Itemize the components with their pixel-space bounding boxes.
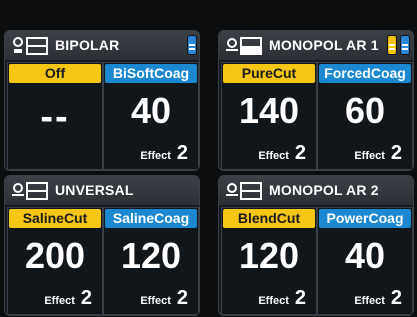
effect-label: Effect: [258, 150, 289, 162]
cut-column[interactable]: BlendCut 120 Effect 2: [221, 207, 317, 315]
cut-mode-button[interactable]: Off: [9, 64, 101, 83]
effect-value: 2: [390, 142, 402, 164]
coag-column[interactable]: PowerCoag 40 Effect 2: [317, 207, 413, 315]
panel-header: MONOPOL AR 1: [219, 31, 413, 60]
effect-label: Effect: [354, 295, 385, 307]
effect-label: Effect: [140, 150, 171, 162]
effect-label: Effect: [140, 295, 171, 307]
panel-header: MONOPOL AR 2: [219, 176, 413, 205]
panel-title: UNVERSAL: [55, 182, 134, 198]
effect-value: 2: [294, 287, 306, 309]
coag-column[interactable]: SalineCoag 120 Effect 2: [103, 207, 199, 315]
effect-readout: Effect 2: [258, 287, 306, 310]
coag-value: 120: [120, 235, 182, 276]
effect-value: 2: [176, 142, 188, 164]
effect-label: Effect: [354, 150, 385, 162]
coag-value: 40: [344, 235, 386, 276]
monopolar1-panel[interactable]: MONOPOL AR 1 PureCut 140 Effect 2 ForcedC…: [218, 30, 414, 171]
panel-title: BIPOLAR: [55, 37, 120, 53]
effect-readout: Effect 2: [258, 142, 306, 165]
effect-readout: Effect 2: [354, 287, 402, 310]
coag-mode-button[interactable]: PowerCoag: [319, 209, 411, 228]
coag-column[interactable]: ForcedCoag 60 Effect 2: [317, 62, 413, 170]
instrument-socket-icon: [226, 37, 262, 55]
cut-column[interactable]: SalineCut 200 Effect 2: [7, 207, 103, 315]
cut-value: 200: [24, 235, 86, 276]
effect-value: 2: [294, 142, 306, 164]
yellow-pedal-plug-icon: [387, 35, 397, 55]
effect-value: 2: [176, 287, 188, 309]
blue-pedal-plug-icon: [400, 35, 410, 55]
coag-column[interactable]: BiSoftCoag 40 Effect 2: [103, 62, 199, 170]
bipolar-panel[interactable]: BIPOLAR Off -- BiSoftCoag 40 Effect 2: [4, 30, 200, 171]
monopolar2-panel[interactable]: MONOPOL AR 2 BlendCut 120 Effect 2 PowerC…: [218, 175, 414, 316]
panel-header: BIPOLAR: [5, 31, 199, 60]
panel-title: MONOPOL AR 1: [269, 37, 379, 53]
effect-label: Effect: [44, 295, 75, 307]
cut-value: 140: [238, 90, 300, 131]
instrument-socket-icon: [12, 182, 48, 200]
instrument-socket-icon: [226, 182, 262, 200]
blue-pedal-plug-icon: [187, 35, 197, 55]
coag-mode-button[interactable]: ForcedCoag: [319, 64, 411, 83]
coag-mode-button[interactable]: BiSoftCoag: [105, 64, 197, 83]
coag-value: 60: [344, 90, 386, 131]
instrument-socket-icon: [13, 37, 48, 55]
panel-header: UNVERSAL: [5, 176, 199, 205]
cut-mode-button[interactable]: PureCut: [223, 64, 315, 83]
effect-label: Effect: [258, 295, 289, 307]
panel-title: MONOPOL AR 2: [269, 182, 379, 198]
effect-value: 2: [390, 287, 402, 309]
cut-column[interactable]: PureCut 140 Effect 2: [221, 62, 317, 170]
effect-readout: Effect 2: [44, 287, 92, 310]
cut-column[interactable]: Off --: [7, 62, 103, 170]
cut-mode-button[interactable]: SalineCut: [9, 209, 101, 228]
effect-value: 2: [80, 287, 92, 309]
coag-value: 40: [130, 90, 172, 131]
effect-readout: Effect 2: [140, 142, 188, 165]
effect-readout: Effect 2: [354, 142, 402, 165]
cut-mode-button[interactable]: BlendCut: [223, 209, 315, 228]
cut-value: --: [40, 96, 70, 138]
cut-value: 120: [238, 235, 300, 276]
coag-mode-button[interactable]: SalineCoag: [105, 209, 197, 228]
effect-readout: Effect 2: [140, 287, 188, 310]
universal-panel[interactable]: UNVERSAL SalineCut 200 Effect 2 SalineCoa…: [4, 175, 200, 316]
